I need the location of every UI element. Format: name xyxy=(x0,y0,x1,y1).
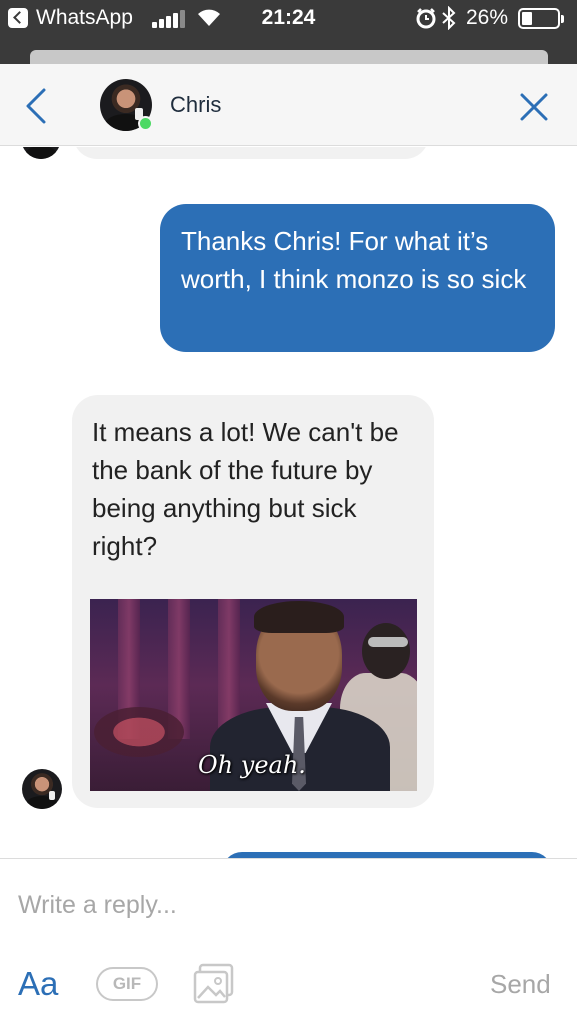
sender-avatar xyxy=(21,147,61,159)
battery-icon xyxy=(518,8,564,29)
battery-percent: 26% xyxy=(466,6,509,29)
bluetooth-icon xyxy=(442,6,456,30)
gif-attachment[interactable]: Oh yeah. xyxy=(90,599,417,791)
composer: Aa GIF Send xyxy=(0,858,577,1024)
message-text: Thanks Chris! For what it’s worth, I thi… xyxy=(181,226,527,294)
contact-name[interactable]: Chris xyxy=(170,92,221,118)
sender-avatar xyxy=(22,769,62,809)
chat-header: Chris xyxy=(0,64,577,146)
status-bar: WhatsApp 21:24 26% xyxy=(0,0,577,38)
incoming-message[interactable]: It means a lot! We can't be the bank of … xyxy=(72,395,434,808)
reply-input[interactable] xyxy=(18,887,558,923)
message-text: It means a lot! We can't be the bank of … xyxy=(92,417,399,561)
send-button[interactable]: Send xyxy=(490,969,551,1000)
previous-message-bubble xyxy=(73,147,429,159)
photo-icon[interactable] xyxy=(192,963,236,1005)
gif-caption: Oh yeah. xyxy=(198,751,306,779)
message-list[interactable]: Thanks Chris! For what it’s worth, I thi… xyxy=(0,147,577,858)
gif-button[interactable]: GIF xyxy=(96,967,158,1001)
outgoing-message[interactable]: Thanks Chris! For what it’s worth, I thi… xyxy=(160,204,555,352)
online-indicator xyxy=(138,116,153,131)
close-icon[interactable] xyxy=(518,91,550,123)
text-format-button[interactable]: Aa xyxy=(18,965,58,1003)
chevron-left-icon[interactable] xyxy=(22,86,52,126)
alarm-icon xyxy=(416,8,436,29)
